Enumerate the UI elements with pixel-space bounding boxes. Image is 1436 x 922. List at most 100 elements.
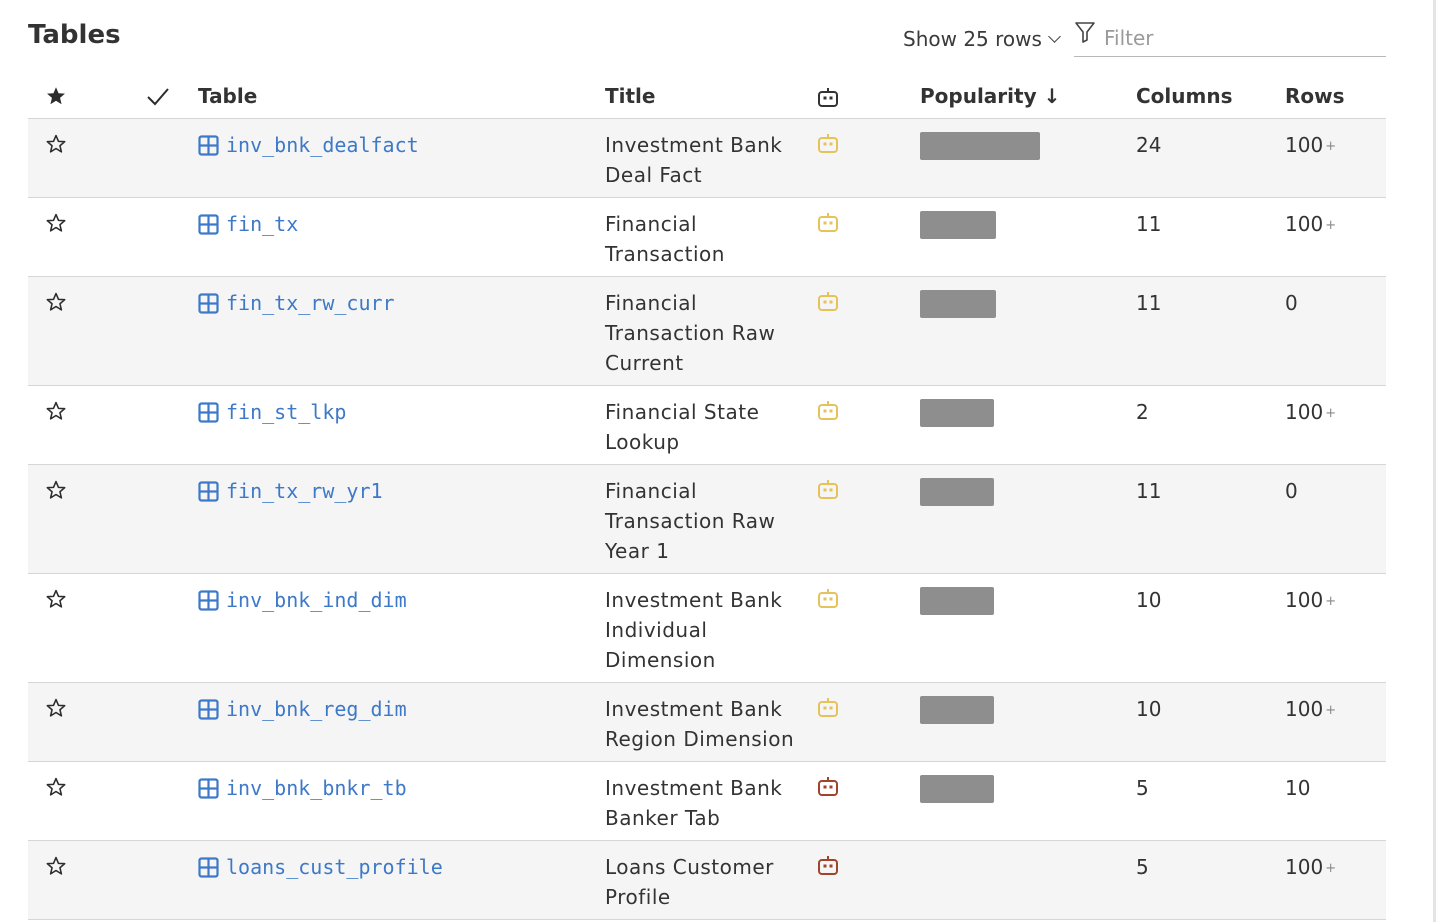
favorite-star-icon[interactable] (45, 855, 67, 885)
header-table[interactable]: Table (198, 84, 257, 108)
favorite-star-icon[interactable] (45, 776, 67, 806)
favorite-star-icon[interactable] (45, 291, 67, 321)
sort-desc-icon: ↓ (1043, 84, 1061, 108)
table-name: fin_tx_rw_curr (226, 291, 395, 315)
filter-field[interactable] (1074, 18, 1386, 57)
row-count-value: 10 (1285, 776, 1311, 800)
favorite-column-star-icon[interactable] (45, 85, 67, 112)
table-name: fin_tx (226, 212, 299, 236)
bot-icon[interactable] (816, 132, 840, 164)
table-title-line: Financial State (605, 400, 760, 424)
table-title-line: Deal Fact (605, 163, 703, 187)
column-count: 24 (1136, 133, 1162, 157)
table-row: fin_tx Financial Transaction 11 100 + (28, 198, 1386, 277)
table-title: Financial Transaction Raw Current (605, 288, 800, 378)
table-grid-icon (198, 401, 219, 423)
table-name-link[interactable]: fin_tx_rw_yr1 (198, 476, 383, 506)
bot-icon[interactable] (816, 478, 840, 510)
row-count: 100 + (1285, 852, 1336, 884)
table-grid-icon (198, 698, 219, 720)
popularity-bar (920, 587, 994, 615)
table-title: Loans Customer Profile (605, 852, 800, 912)
table-title: Financial Transaction Raw Year 1 (605, 476, 800, 566)
row-count-plus: + (1325, 406, 1337, 421)
table-title-line: Current (605, 351, 684, 375)
table-name-link[interactable]: inv_bnk_ind_dim (198, 585, 407, 615)
table-row: inv_bnk_ind_dim Investment Bank Individua… (28, 574, 1386, 683)
table-name-link[interactable]: fin_tx_rw_curr (198, 288, 395, 318)
table-name-link[interactable]: inv_bnk_reg_dim (198, 694, 407, 724)
favorite-star-icon[interactable] (45, 133, 67, 163)
table-name: fin_tx_rw_yr1 (226, 479, 383, 503)
show-rows-dropdown[interactable]: Show 25 rows (903, 27, 1061, 51)
column-count: 11 (1136, 212, 1162, 236)
table-title-line: Transaction Raw (605, 509, 776, 533)
table-row: inv_bnk_reg_dim Investment Bank Region Di… (28, 683, 1386, 762)
table-name-link[interactable]: fin_tx (198, 209, 298, 239)
filter-input[interactable] (1104, 26, 1374, 50)
row-count-value: 100 (1285, 588, 1324, 612)
table-title-line: Investment Bank (605, 133, 783, 157)
table-title: Investment Bank Region Dimension (605, 694, 800, 754)
column-count: 2 (1136, 400, 1149, 424)
row-count-value: 100 (1285, 212, 1324, 236)
row-count: 0 (1285, 476, 1300, 508)
table-row: inv_bnk_bnkr_tb Investment Bank Banker Ta… (28, 762, 1386, 841)
table-row: inv_bnk_dealfact Investment Bank Deal Fac… (28, 119, 1386, 198)
table-grid-icon (198, 480, 219, 502)
row-count-plus: + (1325, 594, 1337, 609)
row-count-value: 0 (1285, 479, 1298, 503)
header-title[interactable]: Title (605, 84, 655, 108)
bot-icon[interactable] (816, 854, 840, 886)
popularity-bar (920, 290, 996, 318)
popularity-bar (920, 696, 994, 724)
table-name-link[interactable]: fin_st_lkp (198, 397, 346, 427)
table-title-line: Financial (605, 291, 698, 315)
table-title-line: Transaction Raw (605, 321, 776, 345)
table-title-line: Banker Tab (605, 806, 721, 830)
popularity-bar (920, 211, 996, 239)
favorite-star-icon[interactable] (45, 697, 67, 727)
table-name-link[interactable]: loans_cust_profile (198, 852, 443, 882)
table-title-line: Region Dimension (605, 727, 795, 751)
table-header: Table Title Popularity ↓ Columns Rows (28, 74, 1386, 119)
favorite-star-icon[interactable] (45, 400, 67, 430)
favorite-star-icon[interactable] (45, 479, 67, 509)
bot-icon[interactable] (816, 696, 840, 728)
table-row: fin_st_lkp Financial State Lookup 2 100 + (28, 386, 1386, 465)
header-columns[interactable]: Columns (1136, 84, 1233, 108)
table-row: loans_cust_profile Loans Customer Profile… (28, 841, 1386, 920)
bot-icon[interactable] (816, 399, 840, 431)
favorite-star-icon[interactable] (45, 588, 67, 618)
table-name-link[interactable]: inv_bnk_bnkr_tb (198, 773, 407, 803)
column-count: 5 (1136, 855, 1149, 879)
row-count-value: 0 (1285, 291, 1298, 315)
popularity-bar (920, 478, 994, 506)
table-title: Financial Transaction (605, 209, 800, 269)
row-count: 10 (1285, 773, 1312, 805)
row-count-value: 100 (1285, 400, 1324, 424)
bot-icon[interactable] (816, 775, 840, 807)
table-name-link[interactable]: inv_bnk_dealfact (198, 130, 419, 160)
header-popularity[interactable]: Popularity ↓ (920, 84, 1060, 108)
chevron-down-icon (1048, 29, 1061, 43)
column-count: 10 (1136, 697, 1162, 721)
header-rows[interactable]: Rows (1285, 84, 1345, 108)
table-title: Financial State Lookup (605, 397, 800, 457)
bot-icon[interactable] (816, 211, 840, 243)
popularity-bar (920, 399, 994, 427)
table-name: inv_bnk_dealfact (226, 133, 419, 157)
table-title-line: Financial (605, 479, 698, 503)
table-title: Investment Bank Individual Dimension (605, 585, 800, 675)
header-bot-icon[interactable] (816, 86, 840, 115)
select-column-check-icon[interactable] (146, 86, 170, 113)
table-title-line: Investment Bank (605, 697, 783, 721)
favorite-star-icon[interactable] (45, 212, 67, 242)
column-count: 5 (1136, 776, 1149, 800)
bot-icon[interactable] (816, 587, 840, 619)
table-grid-icon (198, 589, 219, 611)
table-title-line: Loans Customer (605, 855, 774, 879)
row-count: 100 + (1285, 585, 1336, 617)
table-row: fin_tx_rw_curr Financial Transaction Raw C… (28, 277, 1386, 386)
bot-icon[interactable] (816, 290, 840, 322)
